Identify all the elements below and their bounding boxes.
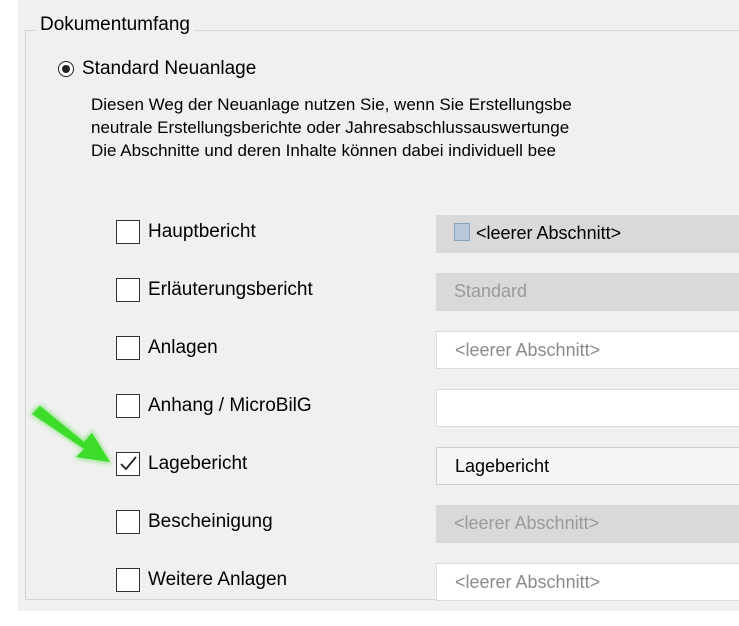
description-line: neutrale Erstellungsberichte oder Jahres… bbox=[91, 118, 570, 137]
weitere-anlagen-checkbox[interactable] bbox=[116, 568, 140, 592]
checkbox-label: Erläuterungsbericht bbox=[148, 279, 313, 300]
anlagen-section-field[interactable]: <leerer Abschnitt> bbox=[436, 331, 739, 369]
option-description: Diesen Weg der Neuanlage nutzen Sie, wen… bbox=[91, 93, 739, 162]
standard-new-radio[interactable]: Standard Neuanlage bbox=[58, 58, 256, 80]
row-lagebericht: Lagebericht Lagebericht bbox=[116, 447, 739, 485]
hauptbericht-section-field[interactable]: <leerer Abschnitt> bbox=[436, 215, 739, 253]
checkbox-label: Hauptbericht bbox=[148, 221, 256, 242]
row-bescheinigung: Bescheinigung <leerer Abschnitt> bbox=[116, 505, 739, 543]
row-weitere-anlagen: Weitere Anlagen <leerer Abschnitt> bbox=[116, 563, 739, 601]
checkbox-label: Anlagen bbox=[148, 337, 218, 358]
row-hauptbericht: Hauptbericht <leerer Abschnitt> bbox=[116, 215, 739, 253]
checkbox-label: Bescheinigung bbox=[148, 511, 273, 532]
row-erlaeuterungsbericht: Erläuterungsbericht Standard bbox=[116, 273, 739, 311]
row-anhang: Anhang / MicroBilG bbox=[116, 389, 739, 427]
erlaeuterungsbericht-checkbox[interactable] bbox=[116, 278, 140, 302]
field-value: <leerer Abschnitt> bbox=[455, 340, 601, 360]
radio-label: Standard Neuanlage bbox=[82, 58, 257, 79]
anhang-section-field[interactable] bbox=[436, 389, 739, 427]
weitere-anlagen-section-field[interactable]: <leerer Abschnitt> bbox=[436, 563, 739, 601]
hauptbericht-checkbox[interactable] bbox=[116, 220, 140, 244]
green-arrow-icon bbox=[30, 404, 112, 464]
field-value: <leerer Abschnitt> bbox=[454, 513, 600, 533]
checkbox-label: Weitere Anlagen bbox=[148, 569, 288, 590]
field-value: <leerer Abschnitt> bbox=[476, 223, 622, 243]
lagebericht-section-field[interactable]: Lagebericht bbox=[436, 447, 739, 485]
bescheinigung-checkbox[interactable] bbox=[116, 510, 140, 534]
group-title: Dokumentumfang bbox=[36, 14, 194, 36]
bescheinigung-section-field[interactable]: <leerer Abschnitt> bbox=[436, 505, 739, 543]
erlaeuterungsbericht-section-field[interactable]: Standard bbox=[436, 273, 739, 311]
section-icon bbox=[454, 223, 470, 242]
anlagen-checkbox[interactable] bbox=[116, 336, 140, 360]
description-line: Die Abschnitte und deren Inhalte können … bbox=[91, 141, 557, 160]
field-value: Lagebericht bbox=[455, 456, 550, 476]
checkbox-label: Lagebericht bbox=[148, 453, 248, 474]
radio-button[interactable] bbox=[58, 61, 74, 77]
description-line: Diesen Weg der Neuanlage nutzen Sie, wen… bbox=[91, 95, 572, 114]
checkbox-label: Anhang / MicroBilG bbox=[148, 395, 312, 416]
field-value: Standard bbox=[454, 281, 528, 301]
row-anlagen: Anlagen <leerer Abschnitt> bbox=[116, 331, 739, 369]
field-value: <leerer Abschnitt> bbox=[455, 572, 601, 592]
